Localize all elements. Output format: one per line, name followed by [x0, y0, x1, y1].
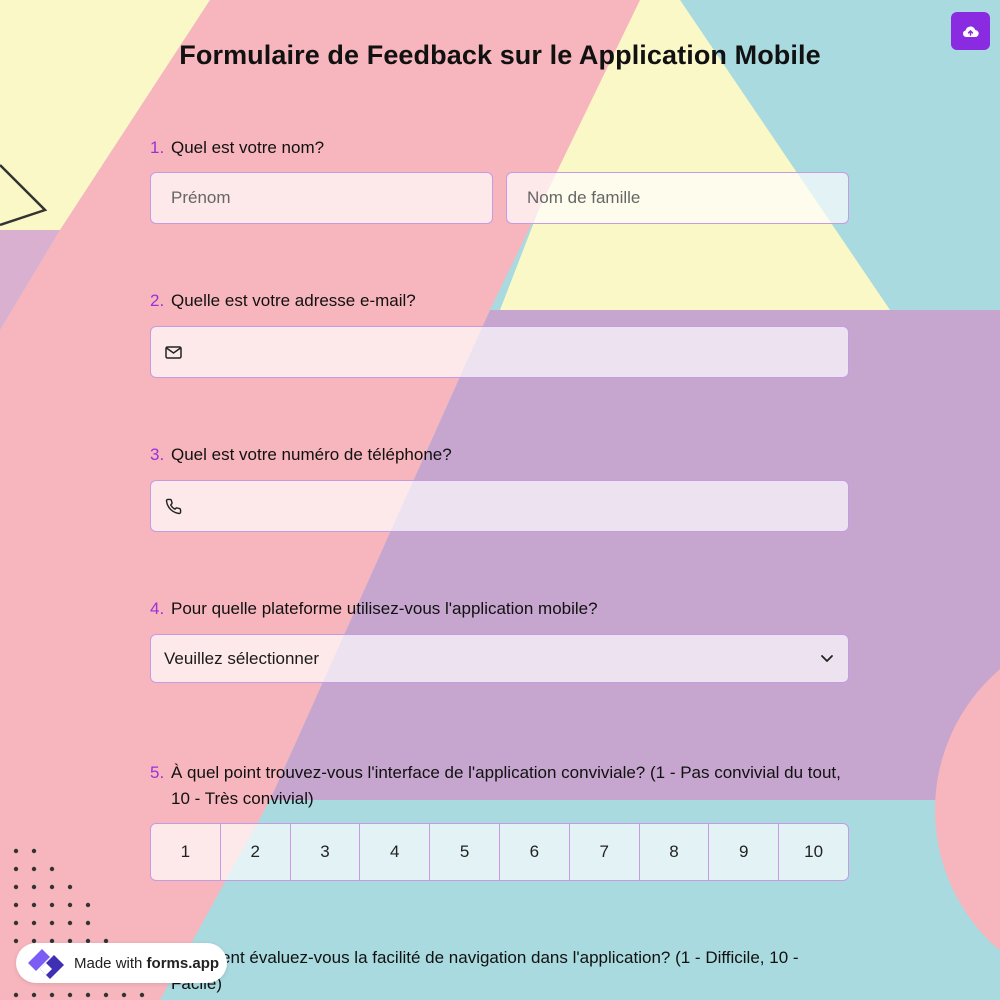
rating-option-4[interactable]: 4	[359, 824, 430, 880]
rating-option-9[interactable]: 9	[708, 824, 779, 880]
rating-option-3[interactable]: 3	[289, 824, 360, 880]
rating-option-5[interactable]: 5	[429, 824, 499, 880]
forms-app-logo-icon	[26, 947, 66, 979]
question-phone: 3. Quel est votre numéro de téléphone?	[150, 442, 850, 532]
question-number: 4.	[150, 599, 165, 618]
question-navigation-rating: 6. Comment évaluez-vous la facilité de n…	[150, 945, 850, 997]
question-email: 2. Quelle est votre adresse e-mail?	[150, 288, 850, 378]
rating-scale: 1 2 3 4 5 6 7 8 9 10	[150, 823, 849, 881]
cloud-upload-icon	[962, 25, 979, 38]
feedback-form: Formulaire de Feedback sur le Applicatio…	[0, 0, 1000, 1000]
question-text: Quel est votre nom?	[171, 138, 325, 157]
question-label: 4. Pour quelle plateforme utilisez-vous …	[150, 596, 850, 622]
question-text: Pour quelle plateforme utilisez-vous l'a…	[171, 599, 598, 618]
mail-icon	[165, 345, 182, 359]
upload-button[interactable]	[951, 12, 990, 50]
question-interface-rating: 5. À quel point trouvez-vous l'interface…	[150, 760, 850, 881]
email-input[interactable]	[150, 326, 849, 378]
first-name-placeholder: Prénom	[171, 188, 231, 207]
platform-select[interactable]: Veuillez sélectionner	[150, 634, 849, 683]
made-with-forms-app-badge[interactable]: Made with forms.app	[16, 943, 227, 983]
question-label: 6. Comment évaluez-vous la facilité de n…	[150, 945, 850, 997]
question-name: 1. Quel est votre nom? Prénom Nom de fam…	[150, 135, 850, 224]
rating-option-2[interactable]: 2	[219, 824, 290, 880]
badge-prefix: Made with	[74, 954, 143, 972]
rating-option-7[interactable]: 7	[568, 824, 639, 880]
last-name-input[interactable]: Nom de famille	[506, 172, 849, 224]
rating-option-1[interactable]: 1	[151, 824, 220, 880]
question-label: 3. Quel est votre numéro de téléphone?	[150, 442, 850, 468]
question-text: Comment évaluez-vous la facilité de navi…	[171, 948, 799, 993]
question-number: 5.	[150, 763, 165, 782]
question-number: 3.	[150, 445, 165, 464]
rating-option-6[interactable]: 6	[498, 824, 569, 880]
first-name-input[interactable]: Prénom	[150, 172, 493, 224]
question-number: 1.	[150, 138, 165, 157]
question-label: 2. Quelle est votre adresse e-mail?	[150, 288, 850, 314]
rating-option-8[interactable]: 8	[638, 824, 709, 880]
last-name-placeholder: Nom de famille	[527, 188, 641, 207]
question-text: Quel est votre numéro de téléphone?	[171, 445, 452, 464]
chevron-down-icon	[820, 654, 834, 663]
question-number: 2.	[150, 291, 165, 310]
question-platform: 4. Pour quelle plateforme utilisez-vous …	[150, 596, 850, 683]
question-text: À quel point trouvez-vous l'interface de…	[171, 763, 841, 808]
rating-option-10[interactable]: 10	[778, 824, 848, 880]
phone-icon	[165, 498, 182, 515]
phone-input[interactable]	[150, 480, 849, 532]
platform-select-value: Veuillez sélectionner	[164, 648, 319, 668]
badge-brand: forms.app	[146, 954, 220, 972]
badge-text: Made with forms.app	[74, 955, 219, 972]
question-label: 5. À quel point trouvez-vous l'interface…	[150, 760, 850, 812]
question-label: 1. Quel est votre nom?	[150, 135, 850, 161]
question-text: Quelle est votre adresse e-mail?	[171, 291, 416, 310]
page-title: Formulaire de Feedback sur le Applicatio…	[179, 40, 821, 70]
